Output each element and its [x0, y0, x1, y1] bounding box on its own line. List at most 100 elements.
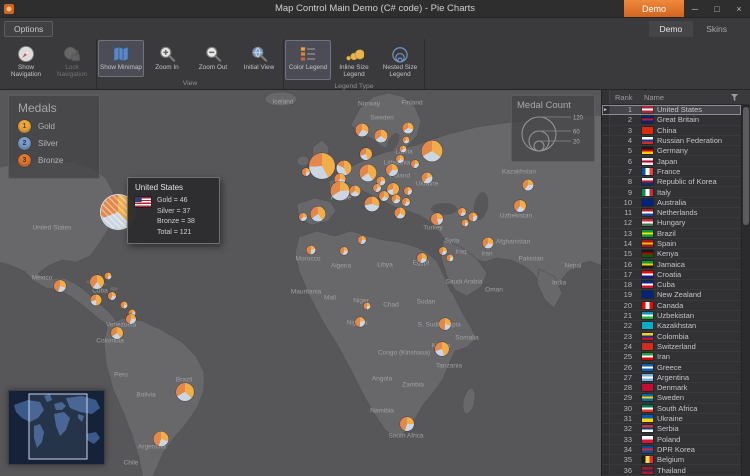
medal-pie-marker[interactable]	[403, 123, 414, 134]
medal-pie-marker[interactable]	[365, 197, 380, 212]
medal-pie-marker[interactable]	[360, 148, 372, 160]
medal-pie-marker[interactable]	[307, 246, 316, 255]
medal-pie-marker[interactable]	[386, 164, 398, 176]
close-button[interactable]: ×	[728, 0, 750, 17]
table-row[interactable]: 3China	[602, 126, 741, 136]
zoom-out-button[interactable]: Zoom Out	[190, 40, 236, 77]
table-row[interactable]: 13Brazil	[602, 229, 741, 239]
grid-scrollbar[interactable]	[741, 105, 750, 476]
minimap-viewport[interactable]	[29, 394, 87, 459]
table-row[interactable]: 14Spain	[602, 239, 741, 249]
table-row[interactable]: 10Australia	[602, 198, 741, 208]
table-row[interactable]: 34DPR Korea	[602, 445, 741, 455]
medal-pie-marker[interactable]	[431, 213, 443, 225]
table-row[interactable]: 35Belgium	[602, 455, 741, 465]
table-row[interactable]: 4Russian Federation	[602, 136, 741, 146]
medal-pie-marker[interactable]	[121, 302, 128, 309]
medal-pie-marker[interactable]	[91, 295, 102, 306]
medal-pie-marker[interactable]	[108, 292, 116, 300]
medal-pie-marker[interactable]	[360, 165, 377, 182]
table-row[interactable]: 26Greece	[602, 362, 741, 372]
medal-pie-marker[interactable]	[422, 173, 433, 184]
medal-pie-marker[interactable]	[350, 186, 361, 197]
medal-pie-marker[interactable]	[400, 146, 407, 153]
table-row[interactable]: 19New Zealand	[602, 290, 741, 300]
table-row[interactable]: 17Croatia	[602, 270, 741, 280]
table-row[interactable]: 23Colombia	[602, 332, 741, 342]
table-row[interactable]: 24Switzerland	[602, 342, 741, 352]
maximize-button[interactable]: □	[706, 0, 728, 17]
medal-pie-marker[interactable]	[523, 180, 534, 191]
medal-pie-marker[interactable]	[176, 383, 194, 401]
medal-pie-marker[interactable]	[126, 314, 136, 324]
table-row[interactable]: 15Kenya	[602, 249, 741, 259]
medal-pie-marker[interactable]	[309, 153, 335, 179]
table-row[interactable]: 22Kazakhstan	[602, 321, 741, 331]
table-row[interactable]: 2Great Britain	[602, 115, 741, 125]
nested-size-legend-button[interactable]: Nested Size Legend	[377, 40, 423, 80]
medal-pie-marker[interactable]	[395, 208, 406, 219]
initial-view-button[interactable]: Initial View	[236, 40, 282, 77]
table-row[interactable]: 6Japan	[602, 156, 741, 166]
medal-pie-marker[interactable]	[105, 273, 112, 280]
medal-pie-marker[interactable]	[387, 183, 399, 195]
medal-pie-marker[interactable]	[356, 124, 369, 137]
medal-pie-marker[interactable]	[154, 432, 169, 447]
table-row[interactable]: 9Italy	[602, 187, 741, 197]
medal-pie-marker[interactable]	[404, 187, 412, 195]
medal-pie-marker[interactable]	[311, 207, 326, 222]
show-navigation-panel-button[interactable]: Show Navigation Panel	[3, 40, 49, 80]
medal-pie-marker[interactable]	[373, 184, 381, 192]
ribbon-tab-skins[interactable]: Skins	[695, 21, 738, 37]
medal-pie-marker[interactable]	[90, 275, 104, 289]
table-row[interactable]: 27Argentina	[602, 373, 741, 383]
medal-pie-marker[interactable]	[302, 168, 310, 176]
name-column-header[interactable]: Name	[638, 93, 727, 102]
table-row[interactable]: 31Ukraine	[602, 414, 741, 424]
show-minimap-button[interactable]: Show Minimap	[98, 40, 144, 77]
inline-size-legend-button[interactable]: Inline Size Legend	[331, 40, 377, 80]
table-row[interactable]: 29Sweden	[602, 393, 741, 403]
medal-pie-marker[interactable]	[514, 200, 526, 212]
table-row[interactable]: 30South Africa	[602, 404, 741, 414]
medal-pie-marker[interactable]	[462, 220, 469, 227]
medal-pie-marker[interactable]	[439, 318, 451, 330]
medal-pie-marker[interactable]	[392, 195, 401, 204]
scrollbar-thumb[interactable]	[743, 107, 749, 225]
table-row[interactable]: 36Thailand	[602, 465, 741, 475]
medal-pie-marker[interactable]	[483, 238, 494, 249]
medal-pie-marker[interactable]	[422, 141, 443, 162]
minimap[interactable]	[8, 390, 105, 465]
table-row[interactable]: 21Uzbekistan	[602, 311, 741, 321]
table-row[interactable]: 8Republic of Korea	[602, 177, 741, 187]
table-row[interactable]: 18Cuba	[602, 280, 741, 290]
table-row[interactable]: 20Canada	[602, 301, 741, 311]
map-canvas[interactable]: IcelandNorwayFinlandSwedenLatviaLithuani…	[0, 90, 601, 476]
table-row[interactable]: 12Hungary	[602, 218, 741, 228]
medal-pie-marker[interactable]	[417, 253, 427, 263]
medal-pie-marker[interactable]	[403, 137, 410, 144]
medal-pie-marker[interactable]	[358, 236, 366, 244]
medal-pie-marker[interactable]	[458, 208, 466, 216]
medal-pie-marker[interactable]	[364, 303, 371, 310]
medal-pie-marker[interactable]	[340, 247, 348, 255]
table-row[interactable]: 16Jamaica	[602, 259, 741, 269]
medal-pie-marker[interactable]	[469, 213, 478, 222]
medal-pie-marker[interactable]	[111, 327, 123, 339]
medal-pie-marker[interactable]	[54, 280, 66, 292]
table-row[interactable]: 11Netherlands	[602, 208, 741, 218]
minimize-button[interactable]: ─	[684, 0, 706, 17]
medal-pie-marker[interactable]	[379, 191, 389, 201]
color-legend-button[interactable]: Color Legend	[285, 40, 331, 80]
rank-column-header[interactable]: Rank	[610, 93, 638, 102]
table-row[interactable]: 5Germany	[602, 146, 741, 156]
medal-pie-marker[interactable]	[355, 317, 365, 327]
table-row[interactable]: 33Poland	[602, 435, 741, 445]
medal-pie-marker[interactable]	[411, 160, 419, 168]
filter-icon[interactable]	[727, 94, 741, 101]
medal-pie-marker[interactable]	[299, 213, 307, 221]
table-row[interactable]: 28Denmark	[602, 383, 741, 393]
medal-pie-marker[interactable]	[402, 198, 410, 206]
medal-pie-marker[interactable]	[447, 255, 454, 262]
ribbon-tab-demo[interactable]: Demo	[649, 21, 694, 37]
